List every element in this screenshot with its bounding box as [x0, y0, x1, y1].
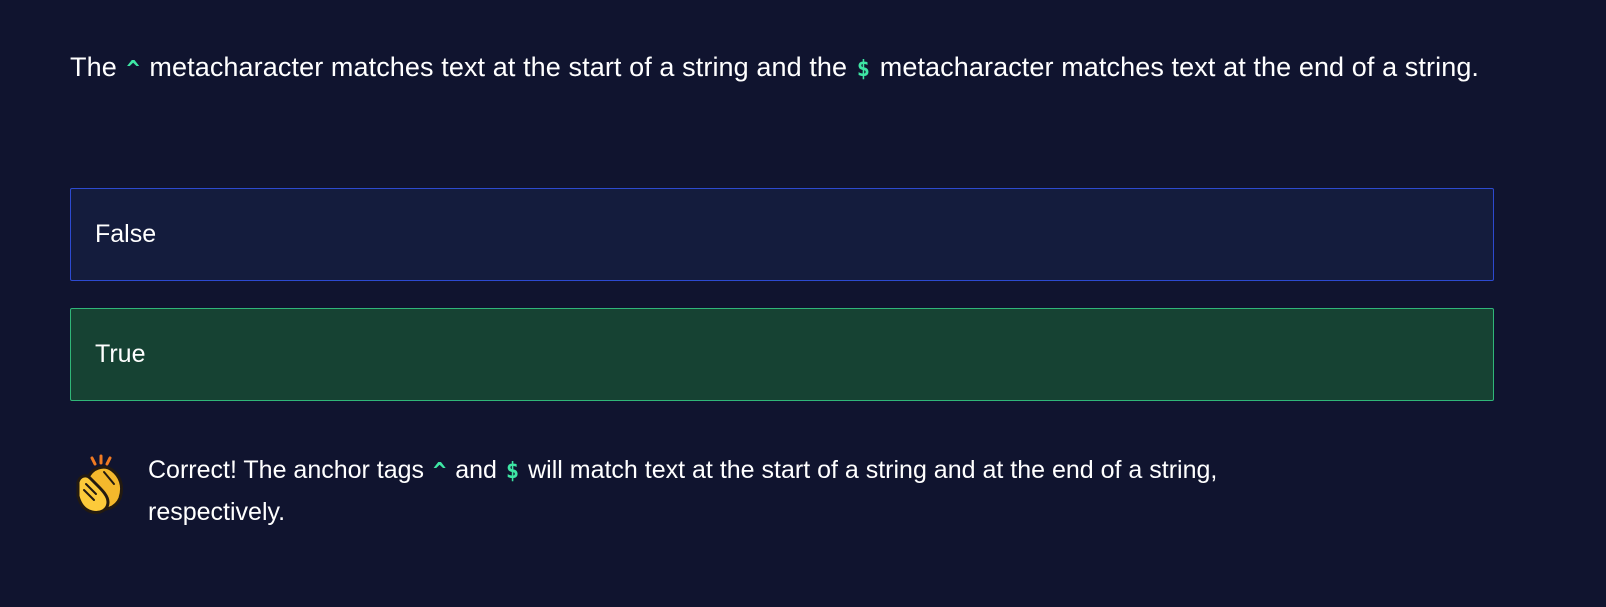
answer-option-false[interactable]: False: [70, 188, 1494, 281]
answer-option-true[interactable]: True: [70, 308, 1494, 401]
caret-code: ^: [433, 459, 447, 484]
answer-option-label: True: [95, 340, 146, 368]
answer-option-label: False: [95, 220, 157, 248]
feedback-prefix: Correct! The anchor tags: [148, 456, 425, 484]
question-middle: metacharacter matches text at the start …: [149, 52, 848, 82]
feedback-text: Correct! The anchor tags ^ and $ will ma…: [148, 450, 1348, 533]
question-suffix: metacharacter matches text at the end of…: [879, 52, 1480, 82]
clapping-hands-icon: [76, 454, 124, 514]
dollar-code: $: [505, 459, 520, 484]
feedback-middle: and: [455, 456, 497, 484]
question-text: The ^ metacharacter matches text at the …: [70, 44, 1510, 93]
caret-code: ^: [126, 57, 140, 82]
dollar-code: $: [856, 57, 871, 82]
question-prefix: The: [70, 52, 117, 82]
